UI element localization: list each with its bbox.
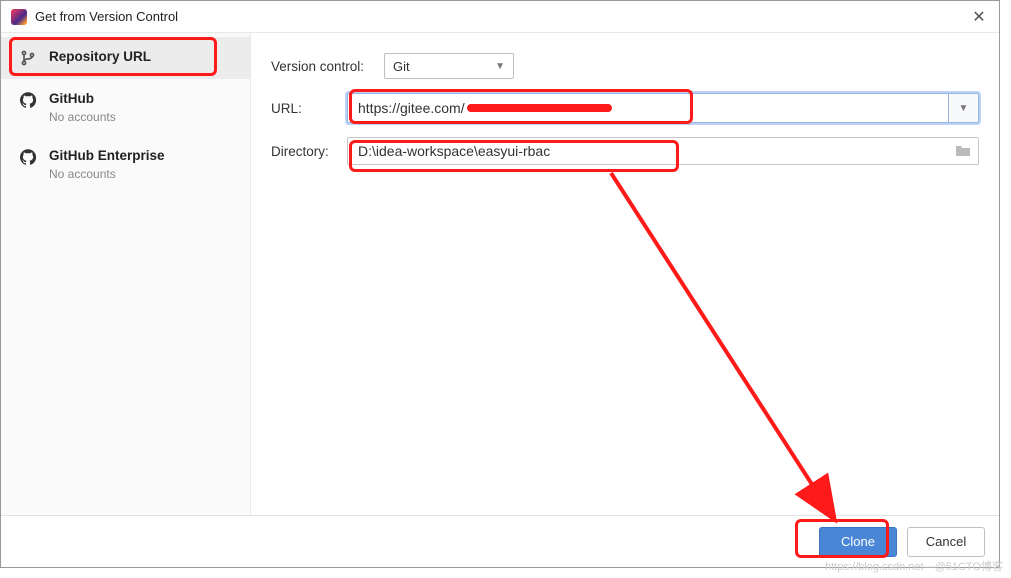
browse-folder-icon[interactable]: [948, 143, 978, 159]
github-icon: [19, 148, 37, 166]
sidebar-item-label: GitHub Enterprise: [49, 148, 165, 163]
intellij-icon: [11, 9, 27, 25]
vcs-select[interactable]: Git ▼: [384, 53, 514, 79]
chevron-down-icon: ▼: [959, 103, 969, 114]
git-branch-icon: [19, 49, 37, 67]
url-history-dropdown[interactable]: ▼: [948, 94, 978, 122]
sidebar-item-label: GitHub: [49, 91, 116, 106]
vcs-select-value: Git: [393, 59, 410, 74]
watermark: https://blog.csdn.net—@51CTO博客: [825, 558, 1003, 574]
sidebar-item-sublabel: No accounts: [49, 110, 116, 124]
dialog-window: Get from Version Control ✕ Repository UR…: [0, 0, 1000, 568]
window-title: Get from Version Control: [35, 9, 178, 24]
cancel-button[interactable]: Cancel: [907, 527, 985, 557]
dialog-body: Repository URL GitHub No accounts: [1, 33, 999, 515]
url-field: https://gitee.com/ ▼: [347, 93, 979, 123]
url-label: URL:: [271, 101, 339, 116]
vcs-row: Version control: Git ▼: [271, 53, 979, 79]
sidebar-item-github-enterprise[interactable]: GitHub Enterprise No accounts: [1, 136, 250, 193]
url-input[interactable]: https://gitee.com/: [348, 94, 948, 122]
vcs-label: Version control:: [271, 59, 376, 74]
directory-input[interactable]: [348, 138, 948, 164]
clone-button[interactable]: Clone: [819, 527, 897, 557]
redaction-mark: [467, 104, 612, 112]
chevron-down-icon: ▼: [495, 61, 505, 72]
sidebar-item-repository-url[interactable]: Repository URL: [1, 37, 250, 79]
content-panel: Version control: Git ▼ URL: https://gite…: [251, 33, 999, 515]
directory-row: Directory:: [271, 137, 979, 165]
github-icon: [19, 91, 37, 109]
close-icon[interactable]: ✕: [969, 7, 989, 27]
url-row: URL: https://gitee.com/ ▼: [271, 93, 979, 123]
titlebar: Get from Version Control ✕: [1, 1, 999, 33]
sidebar-item-label: Repository URL: [49, 49, 151, 64]
sidebar-item-sublabel: No accounts: [49, 167, 165, 181]
sidebar: Repository URL GitHub No accounts: [1, 33, 251, 515]
directory-label: Directory:: [271, 144, 339, 159]
directory-field: [347, 137, 979, 165]
sidebar-item-github[interactable]: GitHub No accounts: [1, 79, 250, 136]
url-input-text: https://gitee.com/: [358, 100, 465, 116]
